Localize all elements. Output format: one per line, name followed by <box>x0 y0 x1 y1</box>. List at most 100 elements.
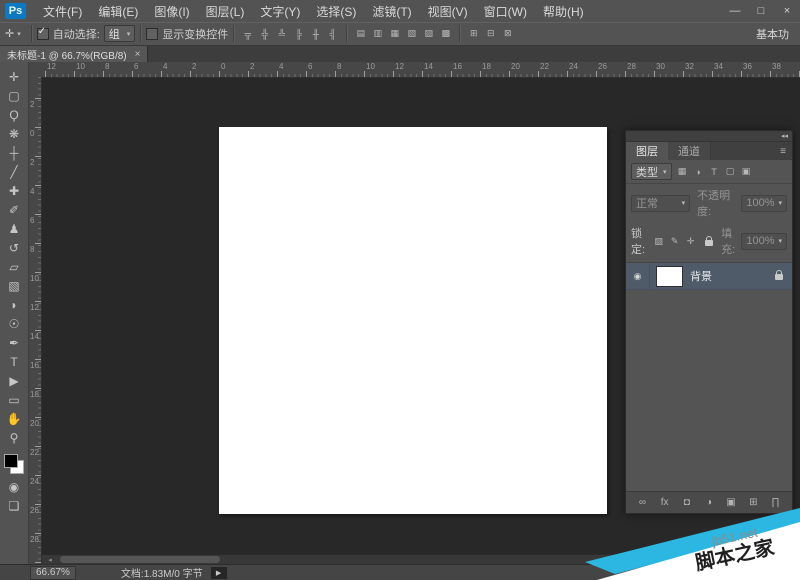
align-top-edges-icon[interactable]: ╦ <box>239 26 256 41</box>
status-options-arrow[interactable]: ▶ <box>211 567 227 579</box>
type-tool[interactable]: T <box>2 352 26 371</box>
toggle-3d-mode-icon[interactable]: ⊟ <box>482 26 499 41</box>
quick-mask-button[interactable]: ◉ <box>2 477 26 496</box>
menu-item[interactable]: 滤镜(T) <box>364 0 419 22</box>
menu-item[interactable]: 帮助(H) <box>535 0 592 22</box>
menu-item[interactable]: 编辑(E) <box>90 0 146 22</box>
eyedropper-tool[interactable]: ╱ <box>2 162 26 181</box>
marquee-tool[interactable]: ▢ <box>2 86 26 105</box>
minimize-button[interactable]: — <box>722 0 748 22</box>
layer-style-icon[interactable]: fx <box>657 495 672 511</box>
auto-align-layers-icon[interactable]: ⊞ <box>465 26 482 41</box>
pen-tool[interactable]: ✒ <box>2 333 26 352</box>
filter-adjustment-layers-icon[interactable]: ◑ <box>691 165 706 179</box>
path-selection-tool[interactable]: ▶ <box>2 371 26 390</box>
align-left-edges-icon[interactable]: ╠ <box>290 26 307 41</box>
menu-item[interactable]: 选择(S) <box>308 0 364 22</box>
hand-tool[interactable]: ✋ <box>2 409 26 428</box>
horizontal-ruler[interactable]: 1210864202468101214161820222426283032343… <box>41 62 800 78</box>
tab-layers[interactable]: 图层 <box>626 142 668 160</box>
opacity-dropdown[interactable]: 100% ▾ <box>741 195 787 212</box>
menu-item[interactable]: 文字(Y) <box>252 0 308 22</box>
adjustment-layer-icon[interactable]: ◑ <box>701 495 716 511</box>
healing-brush-tool[interactable]: ✚ <box>2 181 26 200</box>
lock-position-icon[interactable]: ✛ <box>683 234 698 248</box>
3d-rotate-icon[interactable]: ⊠ <box>499 26 516 41</box>
screen-mode-button[interactable]: ❏ <box>2 496 26 515</box>
fill-dropdown[interactable]: 100% ▾ <box>741 233 787 250</box>
close-icon[interactable]: × <box>135 49 141 60</box>
layer-thumbnail[interactable] <box>657 267 682 286</box>
quick-selection-tool[interactable]: ❋ <box>2 124 26 143</box>
lasso-tool[interactable]: Ϙ <box>2 105 26 124</box>
clone-stamp-tool[interactable]: ♟ <box>2 219 26 238</box>
menu-item[interactable]: 图层(L) <box>198 0 253 22</box>
layer-list: ◉ 背景 <box>626 263 792 491</box>
layer-mask-icon[interactable]: ◘ <box>679 495 694 511</box>
ruler-corner <box>28 62 42 78</box>
menu-item[interactable]: 图像(I) <box>146 0 197 22</box>
show-transform-checkbox[interactable] <box>146 28 158 40</box>
new-layer-icon[interactable]: ⊞ <box>746 495 761 511</box>
distribute-left-edges-icon[interactable]: ▧ <box>403 26 420 41</box>
workspace-switcher[interactable]: 基本功 <box>748 26 800 42</box>
filter-kind-dropdown[interactable]: 类型 ▾ <box>631 163 672 180</box>
layer-row-background[interactable]: ◉ 背景 <box>626 263 792 290</box>
align-vertical-centers-icon[interactable]: ╬ <box>256 26 273 41</box>
foreground-color-swatch[interactable] <box>4 454 18 468</box>
filter-smart-objects-icon[interactable]: ▣ <box>739 165 754 179</box>
scrollbar-thumb[interactable] <box>60 556 220 563</box>
menu-item[interactable]: 视图(V) <box>420 0 476 22</box>
brush-tool[interactable]: ✐ <box>2 200 26 219</box>
filter-shape-layers-icon[interactable]: ▢ <box>723 165 738 179</box>
eraser-tool[interactable]: ▱ <box>2 257 26 276</box>
distribute-top-edges-icon[interactable]: ▤ <box>352 26 369 41</box>
filter-image-layers-icon[interactable]: ▦ <box>675 165 690 179</box>
align-bottom-edges-icon[interactable]: ╩ <box>273 26 290 41</box>
align-right-edges-icon[interactable]: ╣ <box>324 26 341 41</box>
gradient-tool[interactable]: ▧ <box>2 276 26 295</box>
menu-item[interactable]: 文件(F) <box>35 0 90 22</box>
vertical-ruler[interactable]: 2024681012141618202224262830 <box>28 77 42 565</box>
dodge-tool[interactable]: ☉ <box>2 314 26 333</box>
scroll-left-icon[interactable]: ◂ <box>44 555 56 564</box>
lock-image-pixels-icon[interactable]: ✎ <box>667 234 682 248</box>
crop-tool[interactable]: ┼ <box>2 143 26 162</box>
auto-select-checkbox[interactable] <box>37 28 49 40</box>
distribute-bottom-edges-icon[interactable]: ▦ <box>386 26 403 41</box>
opacity-label: 不透明度: <box>697 187 738 219</box>
blur-tool[interactable]: ◗ <box>2 295 26 314</box>
auto-select-dropdown[interactable]: 组 ▾ <box>104 25 136 42</box>
visibility-cell[interactable]: ◉ <box>626 263 650 289</box>
document-tab[interactable]: 未标题-1 @ 66.7%(RGB/8) × <box>0 46 148 62</box>
close-button[interactable]: × <box>774 0 800 22</box>
align-horizontal-centers-icon[interactable]: ╫ <box>307 26 324 41</box>
filter-type-layers-icon[interactable]: T <box>707 165 722 179</box>
zoom-tool[interactable]: ⚲ <box>2 428 26 447</box>
move-tool[interactable]: ✛ <box>2 67 26 86</box>
document-size-info: 文档:1.83M/0 字节 <box>121 565 203 580</box>
distribute-horizontal-centers-icon[interactable]: ▨ <box>420 26 437 41</box>
tab-channels[interactable]: 通道 <box>668 142 711 160</box>
maximize-button[interactable]: □ <box>748 0 774 22</box>
blend-mode-dropdown[interactable]: 正常 ▾ <box>631 195 690 212</box>
collapse-panels-icon[interactable]: ◂◂ <box>781 133 788 140</box>
shape-tool[interactable]: ▭ <box>2 390 26 409</box>
layer-group-icon[interactable]: ▣ <box>724 495 739 511</box>
current-tool-preset[interactable]: ✛ ▾ <box>0 27 26 40</box>
divider <box>31 25 32 42</box>
panel-menu-icon[interactable]: ≡ <box>774 142 792 160</box>
zoom-level-field[interactable]: 66.67% <box>30 566 76 580</box>
menu-item[interactable]: 窗口(W) <box>476 0 535 22</box>
distribute-vertical-centers-icon[interactable]: ▥ <box>369 26 386 41</box>
lock-all-icon[interactable] <box>701 234 716 248</box>
history-brush-tool[interactable]: ↺ <box>2 238 26 257</box>
distribute-right-edges-icon[interactable]: ▩ <box>437 26 454 41</box>
delete-layer-icon[interactable]: ∏ <box>768 495 783 511</box>
document-canvas[interactable] <box>219 127 607 514</box>
document-tab-title: 未标题-1 @ 66.7%(RGB/8) <box>7 47 127 62</box>
lock-transparent-pixels-icon[interactable]: ▨ <box>651 234 666 248</box>
ruler-major-ticks <box>41 71 800 77</box>
window-controls: — □ × <box>722 0 800 22</box>
link-layers-icon[interactable]: ∞ <box>635 495 650 511</box>
